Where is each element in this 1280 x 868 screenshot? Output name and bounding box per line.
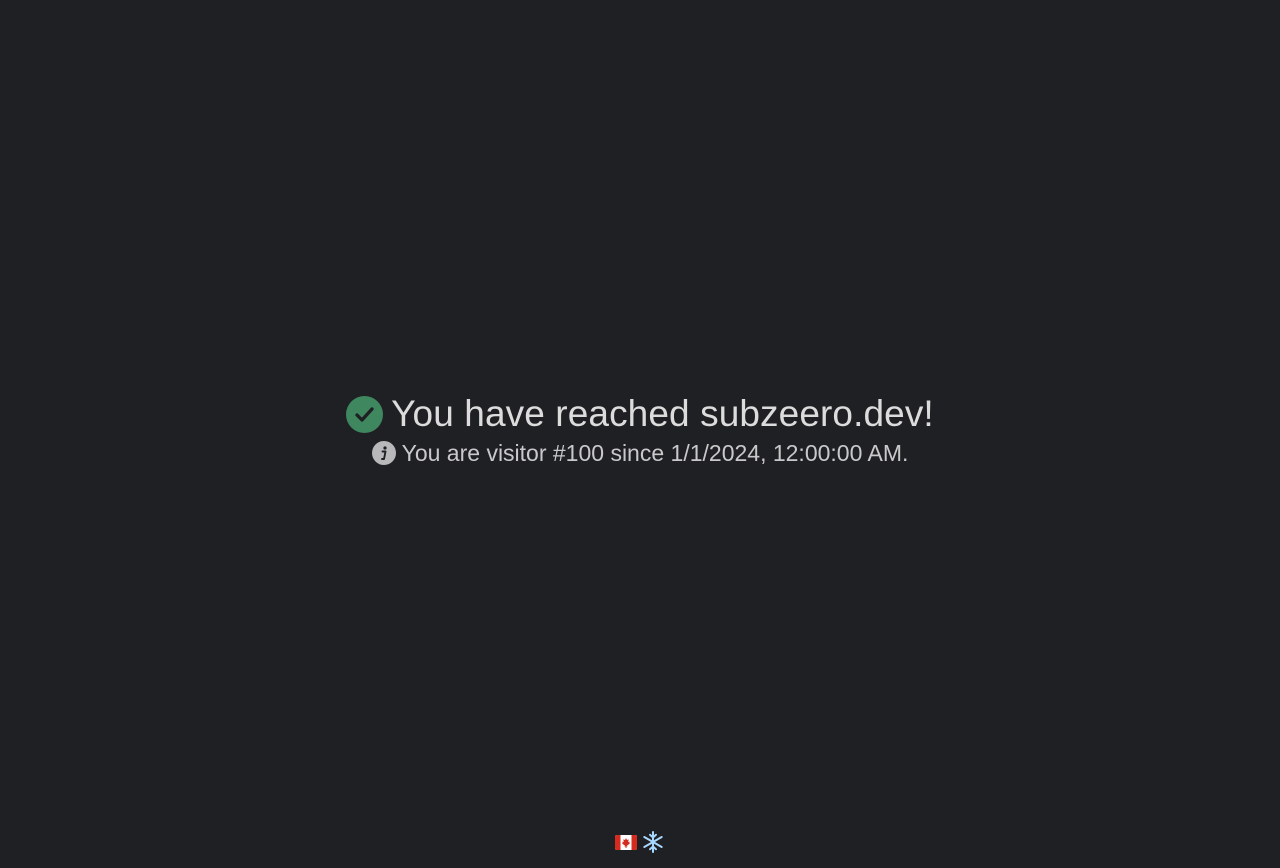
info-circle-icon (371, 441, 396, 465)
canada-flag-icon (615, 834, 637, 850)
snowflake-icon (641, 830, 665, 854)
visitor-count-text: You are visitor #100 since 1/1/2024, 12:… (401, 440, 909, 466)
page-title: You have reached subzeero.dev! (391, 393, 934, 434)
main-message: You have reached subzeero.dev! You are v… (0, 393, 1280, 468)
footer (0, 828, 1280, 856)
headline-row: You have reached subzeero.dev! (346, 393, 934, 435)
visitor-message-row: You are visitor #100 since 1/1/2024, 12:… (371, 438, 909, 468)
page: You have reached subzeero.dev! You are v… (0, 0, 1280, 868)
check-circle-icon (346, 395, 384, 433)
